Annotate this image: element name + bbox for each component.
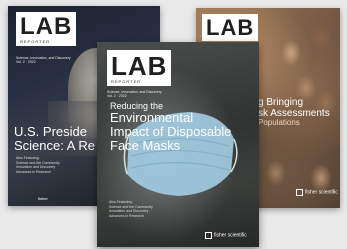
- cover-headline: Reducing the Environmental Impact of Dis…: [110, 101, 232, 153]
- magazine-cover-center[interactable]: LAB REPORTER Science, Innovation, and Di…: [97, 42, 259, 247]
- logo-subtext: REPORTER: [20, 39, 51, 44]
- logo-lab-reporter: LAB: [202, 14, 259, 41]
- cover-tagline: Science, Innovation, and Discovery Vol. …: [16, 56, 71, 64]
- headline-line: Science: A Re: [14, 137, 95, 153]
- tagline-line: Vol. 2 · 2022: [107, 94, 127, 99]
- brand-mark-icon: [296, 189, 303, 196]
- brand-logo: fisher scientific: [296, 189, 338, 196]
- logo-lab-reporter: LAB REPORTER: [16, 12, 77, 46]
- brand-logo: fisher scientific: [205, 232, 247, 239]
- deck-line: Advances in Research: [109, 214, 145, 219]
- cover-tagline: Science, Innovation, and Discovery Vol. …: [107, 90, 162, 98]
- brand-mark-icon: [205, 232, 212, 239]
- cover-deck: Also Featuring: Science and the Communit…: [16, 156, 60, 175]
- magazine-collage: LAB REPORTER Science, Innovation, and Di…: [0, 0, 347, 249]
- tagline-line: Vol. 2 · 2022: [16, 60, 36, 65]
- cover-deck: Also Featuring: Science and the Communit…: [109, 200, 153, 219]
- deck-line: Advances in Research: [16, 170, 52, 175]
- headline-line: g Bringing: [258, 97, 304, 108]
- logo-text: LAB: [206, 15, 255, 40]
- headline-line: Environmental: [110, 110, 194, 126]
- logo-text: LAB: [20, 13, 73, 40]
- logo-lab-reporter: LAB REPORTER: [107, 50, 172, 86]
- cover-headline: U.S. Preside Science: A Re: [14, 125, 95, 152]
- headline-line: Impact of Disposable: [110, 124, 232, 140]
- brand-name: fisher scientific: [214, 232, 247, 239]
- logo-text: LAB: [111, 51, 168, 81]
- brand-name: fisher scientific: [305, 189, 338, 196]
- headline-line: Face Masks: [110, 137, 181, 153]
- cover-headline: g Bringing sk Assessments Populations: [258, 97, 330, 127]
- headline-line: U.S. Preside: [14, 124, 87, 139]
- headline-line: Populations: [258, 118, 300, 127]
- brand-logo: fisher: [38, 196, 48, 201]
